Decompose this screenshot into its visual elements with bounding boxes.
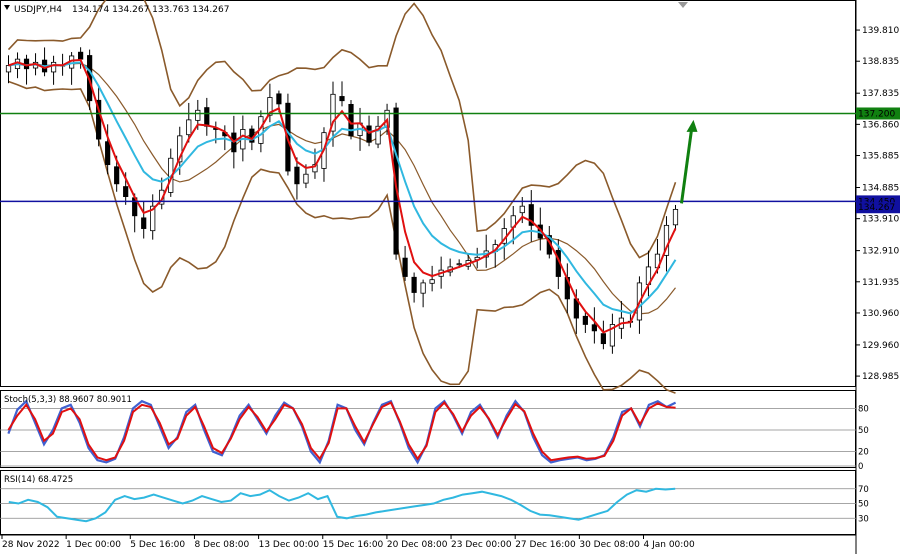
chart-ohlc: 134.174 134.267 133.763 134.267 bbox=[72, 5, 229, 15]
y-tick-label: 134.885 bbox=[862, 183, 899, 193]
forecast-arrow-head-icon bbox=[686, 119, 698, 132]
candle-body bbox=[591, 324, 597, 332]
dropdown-triangle-icon[interactable] bbox=[4, 5, 10, 10]
candle-body bbox=[141, 217, 147, 229]
rsi-line bbox=[8, 487, 676, 523]
chart-symbol: USDJPY,H4 bbox=[14, 5, 62, 15]
y-tick-label: 130.960 bbox=[862, 309, 899, 319]
y-tick-label: 128.985 bbox=[862, 372, 899, 382]
candle-body bbox=[411, 276, 417, 293]
candle-body bbox=[600, 333, 606, 345]
stochastic-level-label: 20 bbox=[858, 448, 869, 458]
y-tick-label: 133.910 bbox=[862, 215, 899, 225]
candle-body bbox=[276, 93, 282, 105]
candle-body bbox=[123, 186, 129, 197]
x-tick-label: 8 Dec 08:00 bbox=[194, 540, 249, 550]
stochastic-main-line bbox=[7, 399, 677, 465]
candle-body bbox=[339, 96, 345, 102]
candle-body bbox=[204, 107, 210, 127]
chart-window: 137.200134.450134.267 139.810138.835137.… bbox=[0, 0, 900, 554]
candle-body bbox=[5, 65, 12, 73]
price-chart[interactable]: 137.200134.450134.267 139.810138.835137.… bbox=[0, 0, 900, 554]
y-tick-label: 137.835 bbox=[862, 89, 899, 99]
candle-body bbox=[420, 282, 426, 294]
y-tick-label: 132.910 bbox=[862, 247, 899, 257]
x-tick-label: 5 Dec 16:00 bbox=[130, 540, 185, 550]
x-tick-label: 23 Dec 00:00 bbox=[451, 540, 512, 550]
current-price-label: 134.267 bbox=[858, 203, 895, 213]
chart-shift-triangle-icon[interactable] bbox=[678, 2, 688, 8]
stochastic-level-label: 50 bbox=[858, 426, 869, 436]
stochastic-label: Stoch(5,3,3) 88.9607 80.9011 bbox=[4, 395, 132, 405]
candle-body bbox=[114, 166, 120, 185]
rsi-panel-frame bbox=[0, 470, 856, 535]
x-tick-label: 13 Dec 00:00 bbox=[259, 540, 320, 550]
rsi-level-label: 30 bbox=[858, 514, 869, 524]
candle-body bbox=[456, 263, 462, 266]
x-tick-label: 27 Dec 16:00 bbox=[515, 540, 576, 550]
candle-body bbox=[402, 257, 408, 277]
y-tick-label: 138.835 bbox=[862, 57, 899, 67]
forecast-arrow-line bbox=[680, 129, 693, 204]
candle-body bbox=[519, 205, 525, 214]
price-level-label: 137.200 bbox=[858, 109, 895, 119]
stochastic-level-label: 80 bbox=[858, 404, 869, 414]
x-tick-label: 30 Dec 08:00 bbox=[579, 540, 640, 550]
y-tick-label: 129.960 bbox=[862, 341, 899, 351]
x-tick-label: 4 Jan 00:00 bbox=[644, 540, 696, 550]
candle-body bbox=[50, 61, 57, 73]
candle-body bbox=[195, 109, 201, 121]
x-tick-label: 28 Nov 2022 bbox=[2, 540, 60, 550]
candle-body bbox=[186, 119, 192, 136]
candle-body bbox=[582, 315, 588, 325]
candle-body bbox=[294, 166, 300, 185]
rsi-label: RSI(14) 68.4725 bbox=[4, 475, 73, 485]
candle-body bbox=[672, 208, 679, 226]
rsi-level-label: 70 bbox=[858, 485, 869, 495]
candle-body bbox=[105, 141, 111, 166]
y-tick-label: 139.810 bbox=[862, 26, 899, 36]
x-tick-label: 20 Dec 08:00 bbox=[387, 540, 448, 550]
y-tick-label: 135.885 bbox=[862, 152, 899, 162]
rsi-level-label: 50 bbox=[858, 500, 869, 510]
candle-body bbox=[78, 51, 84, 60]
candle-body bbox=[366, 125, 372, 143]
y-tick-label: 136.860 bbox=[862, 120, 899, 130]
candle-body bbox=[429, 279, 435, 284]
y-tick-label: 131.935 bbox=[862, 278, 899, 288]
x-tick-label: 15 Dec 16:00 bbox=[323, 540, 384, 550]
stochastic-level-label: 0 bbox=[858, 462, 863, 472]
candle-body bbox=[303, 173, 309, 184]
x-tick-label: 1 Dec 00:00 bbox=[66, 540, 121, 550]
